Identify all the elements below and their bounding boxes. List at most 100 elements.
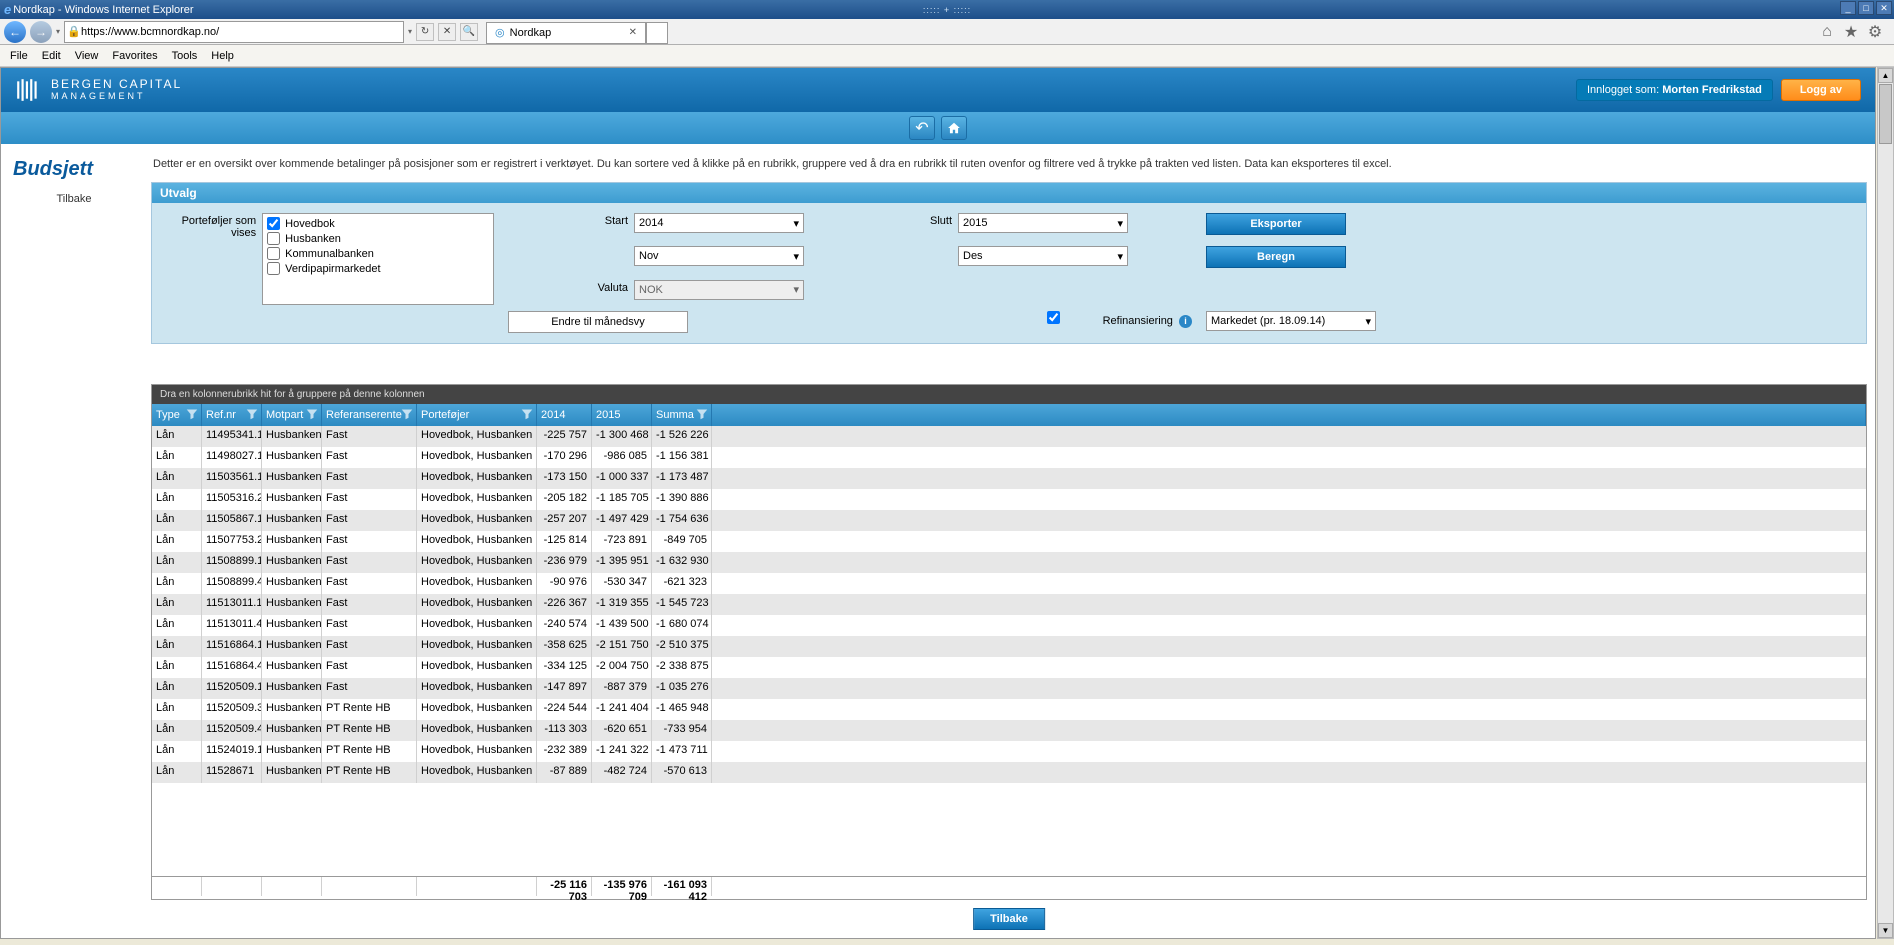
portfolio-option[interactable]: Husbanken xyxy=(265,231,491,246)
url-input[interactable] xyxy=(81,26,401,38)
lock-icon: 🔒 xyxy=(67,25,81,38)
refi-checkbox[interactable] xyxy=(1047,311,1060,324)
portfolios-listbox[interactable]: HovedbokHusbankenKommunalbankenVerdipapi… xyxy=(262,213,494,305)
col-ref[interactable]: Ref.nr xyxy=(202,404,262,426)
scroll-up-icon[interactable]: ▲ xyxy=(1878,68,1893,83)
table-row[interactable]: Lån11503561.10HusbankenFastHovedbok, Hus… xyxy=(152,468,1866,489)
home-icon[interactable]: ⌂ xyxy=(1818,23,1836,41)
col-summa[interactable]: Summa xyxy=(652,404,712,426)
filter-icon[interactable] xyxy=(401,408,413,420)
brand-logo-icon xyxy=(15,77,41,103)
group-by-bar[interactable]: Dra en kolonnerubrikk hit for å gruppere… xyxy=(152,385,1866,404)
refresh-button[interactable]: ↻ xyxy=(416,23,434,41)
filter-icon[interactable] xyxy=(246,408,258,420)
portfolio-checkbox[interactable] xyxy=(267,232,280,245)
minimize-button[interactable]: _ xyxy=(1840,1,1856,15)
table-row[interactable]: Lån11498027.10HusbankenFastHovedbok, Hus… xyxy=(152,447,1866,468)
monthly-toggle-button[interactable]: Endre til månedsvy xyxy=(508,311,688,333)
portfolio-checkbox[interactable] xyxy=(267,262,280,275)
history-dropdown-icon[interactable]: ▾ xyxy=(56,27,60,36)
address-bar[interactable]: 🔒 xyxy=(64,21,404,43)
scroll-down-icon[interactable]: ▼ xyxy=(1878,923,1893,938)
page-scrollbar[interactable]: ▲ ▼ xyxy=(1877,67,1894,939)
portfolio-option[interactable]: Kommunalbanken xyxy=(265,246,491,261)
info-icon[interactable]: i xyxy=(1179,315,1192,328)
forward-button[interactable]: → xyxy=(30,21,52,43)
table-row[interactable]: Lån11520509.40HusbankenPT Rente HBHovedb… xyxy=(152,720,1866,741)
table-row[interactable]: Lån11507753.20HusbankenFastHovedbok, Hus… xyxy=(152,531,1866,552)
portfolio-checkbox[interactable] xyxy=(267,217,280,230)
table-row[interactable]: Lån11495341.10HusbankenFastHovedbok, Hus… xyxy=(152,426,1866,447)
eksporter-button[interactable]: Eksporter xyxy=(1206,213,1346,235)
table-row[interactable]: Lån11528671HusbankenPT Rente HBHovedbok,… xyxy=(152,762,1866,783)
search-button[interactable]: 🔍 xyxy=(460,23,478,41)
tools-icon[interactable]: ⚙ xyxy=(1866,23,1884,41)
valuta-label: Valuta xyxy=(508,280,628,294)
stop-button[interactable]: ✕ xyxy=(438,23,456,41)
scrollbar-thumb[interactable] xyxy=(1879,84,1892,144)
browser-menubar: File Edit View Favorites Tools Help xyxy=(0,45,1894,67)
menu-favorites[interactable]: Favorites xyxy=(106,48,163,64)
table-row[interactable]: Lån11513011.40HusbankenFastHovedbok, Hus… xyxy=(152,615,1866,636)
new-tab-button[interactable] xyxy=(646,22,668,44)
table-row[interactable]: Lån11524019.10HusbankenPT Rente HBHovedb… xyxy=(152,741,1866,762)
bottom-back-button[interactable]: Tilbake xyxy=(973,908,1045,930)
col-motpart[interactable]: Motpart xyxy=(262,404,322,426)
portfolio-checkbox[interactable] xyxy=(267,247,280,260)
tab-close-icon[interactable]: ✕ xyxy=(629,27,637,38)
filter-icon[interactable] xyxy=(186,408,198,420)
url-dropdown-icon[interactable]: ▾ xyxy=(408,27,412,36)
menu-help[interactable]: Help xyxy=(205,48,240,64)
start-month-select[interactable]: Nov▾ xyxy=(634,246,804,266)
close-button[interactable]: ✕ xyxy=(1876,1,1892,15)
table-row[interactable]: Lån11513011.10HusbankenFastHovedbok, Hus… xyxy=(152,594,1866,615)
table-row[interactable]: Lån11508899.40HusbankenFastHovedbok, Hus… xyxy=(152,573,1866,594)
col-type[interactable]: Type xyxy=(152,404,202,426)
slutt-year-select[interactable]: 2015▾ xyxy=(958,213,1128,233)
menu-tools[interactable]: Tools xyxy=(166,48,204,64)
sidebar-back-link[interactable]: Tilbake xyxy=(9,187,139,211)
col-2015[interactable]: 2015 xyxy=(592,404,652,426)
favorites-icon[interactable]: ★ xyxy=(1842,23,1860,41)
portfolio-option[interactable]: Hovedbok xyxy=(265,216,491,231)
titlebar-grip-icon: ::::: + ::::: xyxy=(923,5,971,15)
menu-file[interactable]: File xyxy=(4,48,34,64)
col-portefojer[interactable]: Porteføjer xyxy=(417,404,537,426)
logoff-button[interactable]: Logg av xyxy=(1781,79,1861,101)
col-2014[interactable]: 2014 xyxy=(537,404,592,426)
valuta-select[interactable]: NOK▾ xyxy=(634,280,804,300)
tab-favicon-icon: ◎ xyxy=(495,26,505,39)
table-row[interactable]: Lån11516864.40HusbankenFastHovedbok, Hus… xyxy=(152,657,1866,678)
filter-icon[interactable] xyxy=(521,408,533,420)
table-row[interactable]: Lån11508899.10HusbankenFastHovedbok, Hus… xyxy=(152,552,1866,573)
start-year-select[interactable]: 2014▾ xyxy=(634,213,804,233)
table-row[interactable]: Lån11505867.10HusbankenFastHovedbok, Hus… xyxy=(152,510,1866,531)
table-row[interactable]: Lån11520509.30HusbankenPT Rente HBHovedb… xyxy=(152,699,1866,720)
nav-back-button[interactable]: ↶ xyxy=(909,116,935,140)
browser-tab[interactable]: ◎ Nordkap ✕ xyxy=(486,22,646,44)
chevron-down-icon: ▾ xyxy=(1117,250,1123,263)
col-referanserente[interactable]: Referanserente xyxy=(322,404,417,426)
filter-icon[interactable] xyxy=(696,408,708,420)
menu-view[interactable]: View xyxy=(69,48,105,64)
refi-select[interactable]: Markedet (pr. 18.09.14)▾ xyxy=(1206,311,1376,331)
sidebar: Budsjett Tilbake xyxy=(9,152,139,211)
chevron-down-icon: ▾ xyxy=(793,250,799,263)
table-row[interactable]: Lån11505316.20HusbankenFastHovedbok, Hus… xyxy=(152,489,1866,510)
filter-heading: Utvalg xyxy=(152,183,1866,203)
table-row[interactable]: Lån11516864.10HusbankenFastHovedbok, Hus… xyxy=(152,636,1866,657)
col-spacer xyxy=(712,404,1866,426)
beregn-button[interactable]: Beregn xyxy=(1206,246,1346,268)
total-2015: -135 976 709 xyxy=(592,877,652,896)
filter-icon[interactable] xyxy=(306,408,318,420)
table-row[interactable]: Lån11520509.10HusbankenFastHovedbok, Hus… xyxy=(152,678,1866,699)
grid-body[interactable]: Lån11495341.10HusbankenFastHovedbok, Hus… xyxy=(152,426,1866,876)
menu-edit[interactable]: Edit xyxy=(36,48,67,64)
back-button[interactable]: ← xyxy=(4,21,26,43)
chevron-down-icon: ▾ xyxy=(793,217,799,230)
loggedin-label: Innlogget som: Morten Fredrikstad xyxy=(1576,79,1773,101)
portfolio-option[interactable]: Verdipapirmarkedet xyxy=(265,261,491,276)
maximize-button[interactable]: □ xyxy=(1858,1,1874,15)
slutt-month-select[interactable]: Des▾ xyxy=(958,246,1128,266)
nav-home-button[interactable] xyxy=(941,116,967,140)
